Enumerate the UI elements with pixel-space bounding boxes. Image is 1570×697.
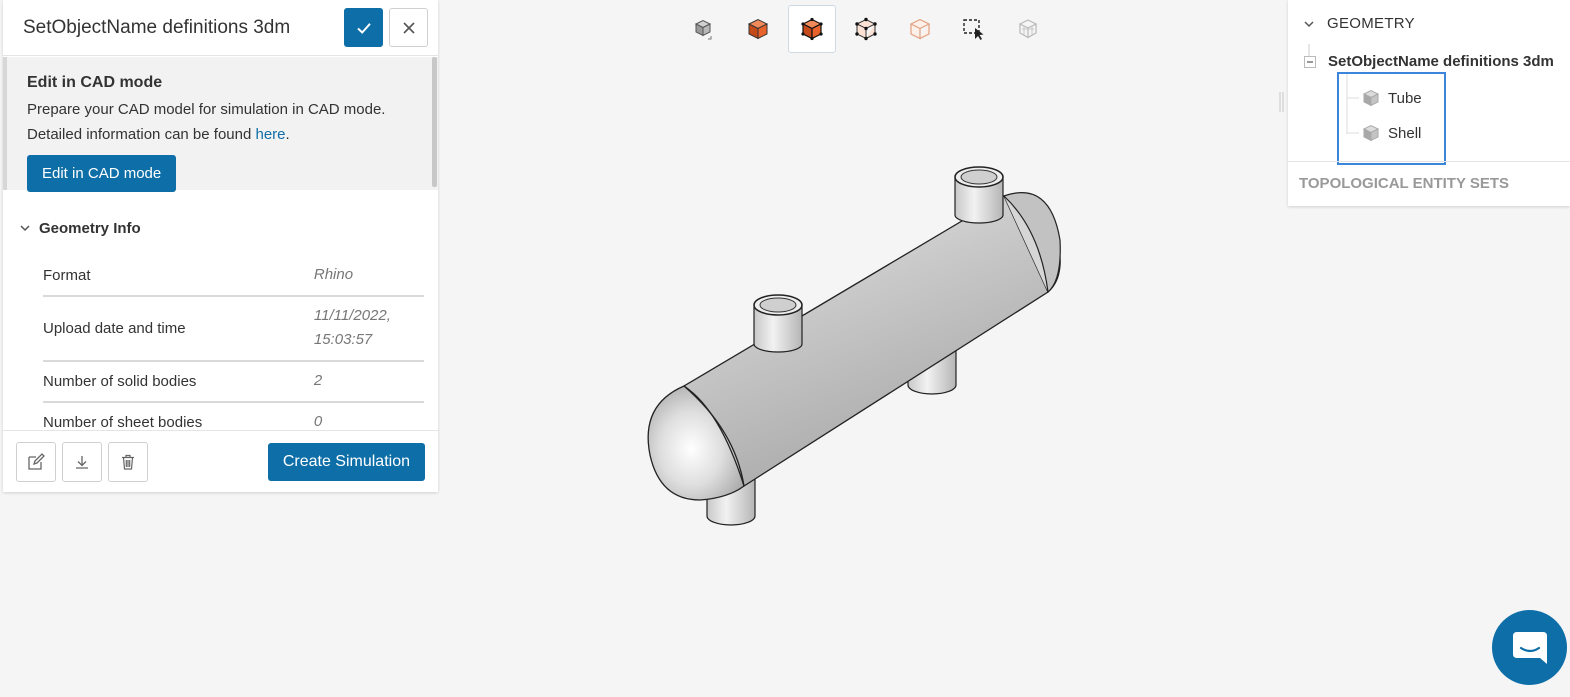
edit-in-cad-mode-button[interactable]: Edit in CAD mode bbox=[27, 155, 177, 192]
edit-button[interactable] bbox=[16, 441, 56, 482]
download-icon bbox=[76, 455, 88, 469]
info-value: 0 bbox=[313, 402, 424, 430]
3d-viewport[interactable] bbox=[620, 150, 1090, 550]
pressure-vessel-model bbox=[647, 166, 1061, 526]
transparent-view-button[interactable] bbox=[896, 5, 944, 53]
geometry-tree-title: GEOMETRY bbox=[1327, 15, 1415, 32]
geometry-info-table: Format Rhino Upload date and time 11/11/20… bbox=[43, 256, 424, 430]
info-label: Upload date and time bbox=[43, 296, 314, 362]
panel-footer: Create Simulation bbox=[3, 430, 438, 492]
cad-mode-description: Prepare your CAD model for simulation in… bbox=[27, 97, 418, 147]
transparent-view-icon bbox=[909, 18, 931, 40]
solid-edges-view-button[interactable] bbox=[788, 5, 836, 53]
scrollbar[interactable] bbox=[432, 57, 437, 187]
panel-title: SetObjectName definitions 3dm bbox=[23, 16, 291, 38]
hidden-wireframe-icon bbox=[1018, 19, 1038, 39]
info-label: Format bbox=[43, 256, 314, 297]
info-label: Number of solid bodies bbox=[43, 361, 314, 403]
panel-content[interactable]: Edit in CAD mode Prepare your CAD model … bbox=[3, 57, 438, 430]
cad-mode-title: Edit in CAD mode bbox=[27, 74, 163, 91]
table-row: Number of solid bodies 2 bbox=[43, 361, 424, 403]
here-link[interactable]: here bbox=[255, 126, 285, 143]
geometry-tree-toggle[interactable]: GEOMETRY bbox=[1288, 0, 1570, 32]
info-value: Rhino bbox=[313, 256, 424, 297]
info-label: Number of sheet bodies bbox=[43, 402, 314, 430]
box-select-button[interactable] bbox=[950, 5, 998, 53]
info-value: 11/11/2022, 15:03:57 bbox=[313, 296, 424, 362]
cube-view-icon bbox=[694, 19, 712, 40]
download-button[interactable] bbox=[62, 441, 102, 482]
edit-icon bbox=[28, 452, 45, 470]
trash-icon bbox=[122, 454, 134, 470]
tree-root-label: SetObjectName definitions 3dm bbox=[1328, 53, 1554, 70]
chat-support-button[interactable] bbox=[1492, 610, 1567, 685]
geometry-info-title: Geometry Info bbox=[39, 219, 141, 237]
check-icon bbox=[356, 22, 371, 34]
info-value: 2 bbox=[313, 361, 424, 403]
collapse-icon[interactable] bbox=[1304, 55, 1316, 68]
close-icon bbox=[402, 21, 415, 34]
table-row: Format Rhino bbox=[43, 256, 424, 297]
chat-icon bbox=[1512, 631, 1547, 664]
table-row: Number of sheet bodies 0 bbox=[43, 402, 424, 430]
geometry-panel: SetObjectName definitions 3dm Edit in CA… bbox=[3, 0, 438, 492]
close-button[interactable] bbox=[389, 8, 428, 47]
wireframe-points-button[interactable] bbox=[842, 5, 890, 53]
view-toolbar bbox=[680, 5, 1058, 53]
hidden-wireframe-button[interactable] bbox=[1004, 5, 1052, 53]
solid-view-button[interactable] bbox=[734, 5, 782, 53]
delete-button[interactable] bbox=[108, 441, 148, 482]
table-row: Upload date and time 11/11/2022, 15:03:57 bbox=[43, 296, 424, 362]
topological-entity-sets-toggle[interactable]: TOPOLOGICAL ENTITY SETS bbox=[1288, 161, 1570, 192]
chevron-down-icon bbox=[20, 225, 30, 232]
cad-mode-section: Edit in CAD mode Prepare your CAD model … bbox=[3, 57, 438, 192]
wireframe-points-view-icon bbox=[855, 17, 877, 41]
geometry-info-toggle[interactable]: Geometry Info bbox=[3, 190, 438, 246]
tree-root-node[interactable]: SetObjectName definitions 3dm bbox=[1304, 53, 1554, 70]
cad-text-end: . bbox=[285, 126, 290, 143]
create-simulation-button[interactable]: Create Simulation bbox=[267, 442, 425, 481]
box-select-icon bbox=[963, 19, 984, 40]
selection-highlight bbox=[1337, 72, 1446, 165]
view-mode-button[interactable] bbox=[680, 5, 728, 53]
confirm-button[interactable] bbox=[344, 8, 383, 47]
panel-resize-handle[interactable] bbox=[1279, 92, 1284, 112]
panel-header: SetObjectName definitions 3dm bbox=[3, 0, 438, 56]
geometry-tree-panel: GEOMETRY SetObjectName definitions 3dm T… bbox=[1288, 0, 1570, 206]
solid-edges-view-icon bbox=[801, 17, 823, 41]
cad-text: Prepare your CAD model for simulation in… bbox=[27, 101, 386, 143]
chevron-down-icon bbox=[1304, 20, 1314, 27]
solid-view-icon bbox=[747, 18, 769, 40]
